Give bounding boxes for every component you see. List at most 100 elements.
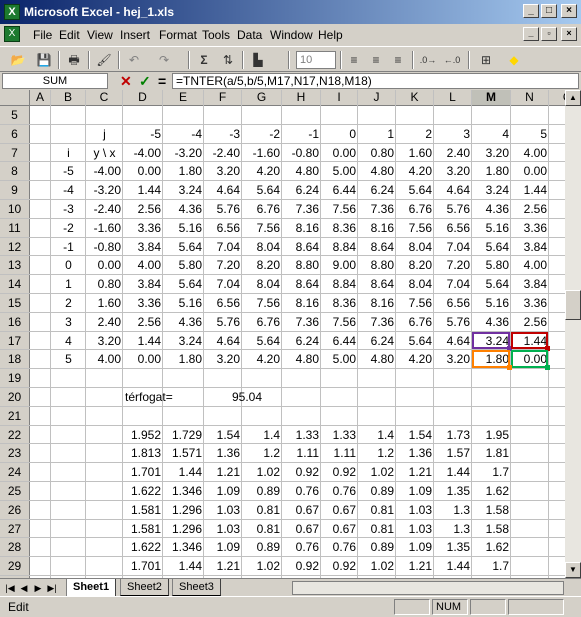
result-cell[interactable]: 0.81 (242, 501, 282, 519)
header-cell[interactable]: -5 (123, 125, 163, 143)
table-cell[interactable]: -3 (51, 200, 86, 218)
row-header-23[interactable]: 23 (0, 444, 30, 464)
header-cell[interactable]: 3.20 (472, 144, 511, 162)
table-cell[interactable]: 8.84 (321, 275, 358, 293)
menu-insert[interactable]: Insert (120, 28, 150, 42)
row-header-14[interactable]: 14 (0, 275, 30, 294)
sum-icon[interactable]: Σ (194, 51, 214, 69)
table-cell[interactable]: 8.64 (282, 238, 321, 256)
table-cell[interactable]: 8.04 (242, 275, 282, 293)
result-cell[interactable]: 1.44 (434, 557, 472, 575)
header-cell[interactable]: j (86, 125, 123, 143)
table-cell[interactable]: 6.44 (321, 332, 358, 350)
table-cell[interactable]: 5.64 (163, 238, 204, 256)
table-cell[interactable]: 5.16 (163, 219, 204, 237)
table-cell[interactable]: 8.16 (282, 294, 321, 312)
fill-color-icon[interactable]: ◆ (504, 51, 524, 69)
result-cell[interactable]: 1.03 (204, 501, 242, 519)
table-cell[interactable]: 5.76 (434, 200, 472, 218)
result-cell[interactable]: 0.89 (242, 482, 282, 500)
table-cell[interactable]: 4.20 (396, 350, 434, 368)
table-cell[interactable]: 7.36 (358, 200, 396, 218)
menu-file[interactable]: File (33, 28, 52, 42)
result-cell[interactable]: 1.729 (163, 426, 204, 444)
align-center-icon[interactable]: ≡ (366, 51, 386, 69)
table-cell[interactable]: 5.64 (472, 238, 511, 256)
prev-sheet-icon[interactable]: ◀ (18, 581, 30, 595)
table-cell[interactable]: 8.20 (242, 256, 282, 274)
result-cell[interactable]: 1.4 (242, 426, 282, 444)
table-cell[interactable]: 0.00 (511, 162, 549, 180)
result-cell[interactable]: 1.21 (396, 463, 434, 481)
result-cell[interactable]: 1.81 (472, 444, 511, 462)
table-cell[interactable]: 4.36 (472, 200, 511, 218)
table-cell[interactable]: 0.80 (86, 275, 123, 293)
save-icon[interactable]: 💾 (34, 51, 54, 69)
table-cell[interactable]: 3.84 (123, 238, 163, 256)
table-cell[interactable]: 6.76 (242, 313, 282, 331)
result-cell[interactable]: 1.952 (123, 426, 163, 444)
row-header-19[interactable]: 19 (0, 369, 30, 388)
table-cell[interactable]: 8.64 (358, 238, 396, 256)
last-sheet-icon[interactable]: ▶| (46, 581, 58, 595)
table-cell[interactable]: 5.16 (472, 294, 511, 312)
column-header-l[interactable]: L (434, 90, 472, 106)
table-cell[interactable]: 6.56 (204, 219, 242, 237)
result-cell[interactable]: 0.81 (242, 520, 282, 538)
equals-icon[interactable]: = (158, 73, 166, 89)
table-cell[interactable]: 6.76 (396, 313, 434, 331)
result-cell[interactable]: 1.346 (163, 482, 204, 500)
result-cell[interactable]: 1.581 (123, 501, 163, 519)
decimal-decrease-icon[interactable]: ←.0 (442, 51, 462, 69)
table-cell[interactable]: 4.80 (358, 162, 396, 180)
table-cell[interactable]: 7.04 (204, 238, 242, 256)
result-cell[interactable]: 1.3 (434, 501, 472, 519)
header-cell[interactable]: 0.80 (358, 144, 396, 162)
result-cell[interactable]: 1.03 (396, 501, 434, 519)
doc-restore-button[interactable]: ▫ (541, 27, 557, 41)
table-cell[interactable]: 4.64 (204, 181, 242, 199)
column-header-j[interactable]: J (358, 90, 396, 106)
menu-data[interactable]: Data (237, 28, 262, 42)
column-header-k[interactable]: K (396, 90, 434, 106)
doc-minimize-button[interactable]: _ (523, 27, 539, 41)
row-header-21[interactable]: 21 (0, 406, 30, 426)
result-cell[interactable]: 1.02 (242, 557, 282, 575)
table-cell[interactable]: 1.80 (472, 162, 511, 180)
header-cell[interactable]: 2 (396, 125, 434, 143)
scroll-down-icon[interactable]: ▼ (565, 562, 581, 578)
result-cell[interactable]: 1.296 (163, 520, 204, 538)
header-cell[interactable]: -2.40 (204, 144, 242, 162)
table-cell[interactable]: 2.56 (123, 200, 163, 218)
table-cell[interactable]: 8.04 (242, 238, 282, 256)
menu-window[interactable]: Window (270, 28, 313, 42)
column-header-e[interactable]: E (163, 90, 204, 106)
result-cell[interactable]: 1.09 (204, 538, 242, 556)
name-box[interactable]: SUM (2, 73, 108, 89)
worksheet-grid[interactable]: ABCDEFGHIJKLMNO5678910111213141516171819… (0, 90, 581, 578)
first-sheet-icon[interactable]: |◀ (4, 581, 16, 595)
column-header-n[interactable]: N (511, 90, 549, 106)
table-cell[interactable]: 5.16 (163, 294, 204, 312)
table-cell[interactable]: 4.64 (204, 332, 242, 350)
table-cell[interactable]: 1.44 (511, 181, 549, 199)
table-cell[interactable]: 3.36 (511, 294, 549, 312)
result-cell[interactable]: 1.44 (434, 463, 472, 481)
column-header-m[interactable]: M (472, 90, 511, 106)
minimize-button[interactable]: _ (523, 4, 539, 18)
table-cell[interactable]: 4.00 (511, 256, 549, 274)
result-cell[interactable]: 1.02 (358, 463, 396, 481)
result-cell[interactable]: 1.57 (434, 444, 472, 462)
column-header-c[interactable]: C (86, 90, 123, 106)
table-cell[interactable]: 8.04 (396, 275, 434, 293)
table-cell[interactable]: 1 (51, 275, 86, 293)
table-cell[interactable]: 6.24 (282, 181, 321, 199)
header-cell[interactable]: 4.00 (511, 144, 549, 162)
table-cell[interactable]: 4.80 (282, 162, 321, 180)
table-cell[interactable]: 8.16 (282, 219, 321, 237)
header-cell[interactable]: -4 (163, 125, 204, 143)
table-cell[interactable]: 9.00 (321, 256, 358, 274)
table-cell[interactable]: 3.20 (204, 162, 242, 180)
menu-format[interactable]: Format (159, 28, 197, 42)
decimal-increase-icon[interactable]: .0→ (418, 51, 438, 69)
